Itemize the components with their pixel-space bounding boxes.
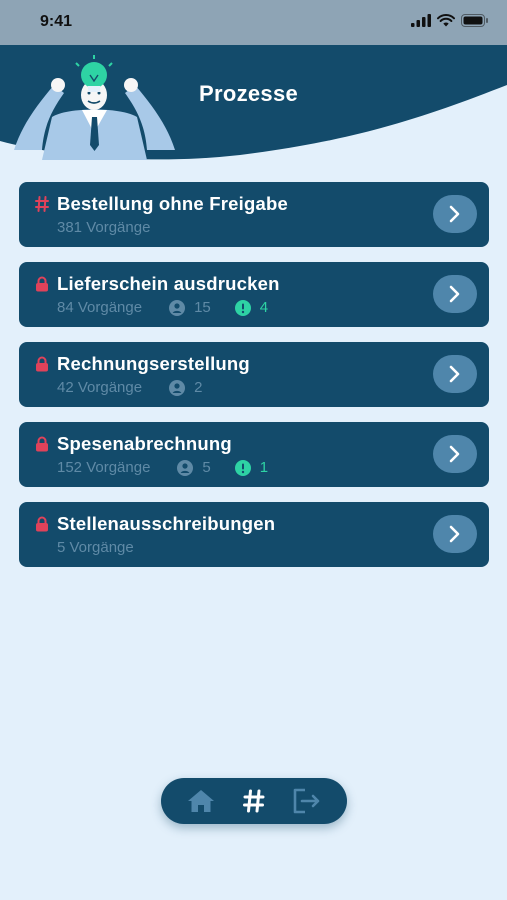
users-count: 2 [194,379,203,396]
lock-icon [35,276,49,292]
lock-icon [35,436,49,452]
process-card[interactable]: Rechnungserstellung 42 Vorgänge 2 [19,342,489,407]
hash-icon [35,196,49,212]
users-group: 5 [177,459,211,476]
nav-processes-button[interactable] [236,783,272,819]
process-title: Bestellung ohne Freigabe [57,193,288,214]
nav-home-button[interactable] [183,783,219,819]
chevron-right-icon [449,285,460,303]
alert-icon [234,299,251,316]
signal-icon [411,14,431,27]
open-process-button[interactable] [433,435,477,473]
open-process-button[interactable] [433,355,477,393]
process-card[interactable]: Spesenabrechnung 152 Vorgänge 5 1 [19,422,489,487]
process-count: 152 Vorgänge [57,459,151,476]
wifi-icon [437,14,455,27]
user-icon [177,459,194,476]
process-count: 381 Vorgänge [57,219,151,236]
alerts-count: 4 [259,299,269,316]
chevron-right-icon [449,525,460,543]
user-icon [169,299,186,316]
alert-icon [234,459,251,476]
users-group: 15 [169,299,211,316]
chevron-right-icon [449,445,460,463]
process-meta: 5 Vorgänge [57,539,161,556]
chevron-right-icon [449,365,460,383]
process-count: 5 Vorgänge [57,539,134,556]
process-count: 84 Vorgänge [57,299,143,316]
process-meta: 381 Vorgänge [57,219,177,236]
battery-icon [461,14,488,27]
page-title: Prozesse [199,81,299,106]
bottom-nav [161,778,347,824]
alerts-group: 4 [234,299,269,316]
hash-icon [242,789,265,813]
process-title: Stellenausschreibungen [57,513,276,534]
users-count: 15 [194,299,211,316]
process-title: Lieferschein ausdrucken [57,273,280,294]
home-icon [188,790,215,812]
logout-icon [293,788,319,814]
lock-icon [35,516,49,532]
user-icon [169,379,186,396]
process-meta: 152 Vorgänge 5 1 [57,459,292,476]
lock-icon [35,356,49,372]
process-card[interactable]: Lieferschein ausdrucken 84 Vorgänge 15 4 [19,262,489,327]
nav-logout-button[interactable] [289,783,325,819]
open-process-button[interactable] [433,275,477,313]
users-count: 5 [202,459,211,476]
businessman-lightbulb-illustration [14,55,175,160]
status-bar: 9:41 [0,0,507,45]
alerts-group: 1 [234,459,269,476]
process-meta: 42 Vorgänge 2 [57,379,226,396]
process-title: Spesenabrechnung [57,433,232,454]
users-group: 2 [169,379,202,396]
process-count: 42 Vorgänge [57,379,143,396]
chevron-right-icon [449,205,460,223]
status-icons [411,14,489,27]
process-card[interactable]: Stellenausschreibungen 5 Vorgänge [19,502,489,567]
alerts-count: 1 [259,459,269,476]
open-process-button[interactable] [433,195,477,233]
process-card[interactable]: Bestellung ohne Freigabe 381 Vorgänge [19,182,489,247]
process-meta: 84 Vorgänge 15 4 [57,299,292,316]
status-time: 9:41 [40,13,73,30]
header: Prozesse [0,45,507,175]
open-process-button[interactable] [433,515,477,553]
process-title: Rechnungserstellung [57,353,250,374]
